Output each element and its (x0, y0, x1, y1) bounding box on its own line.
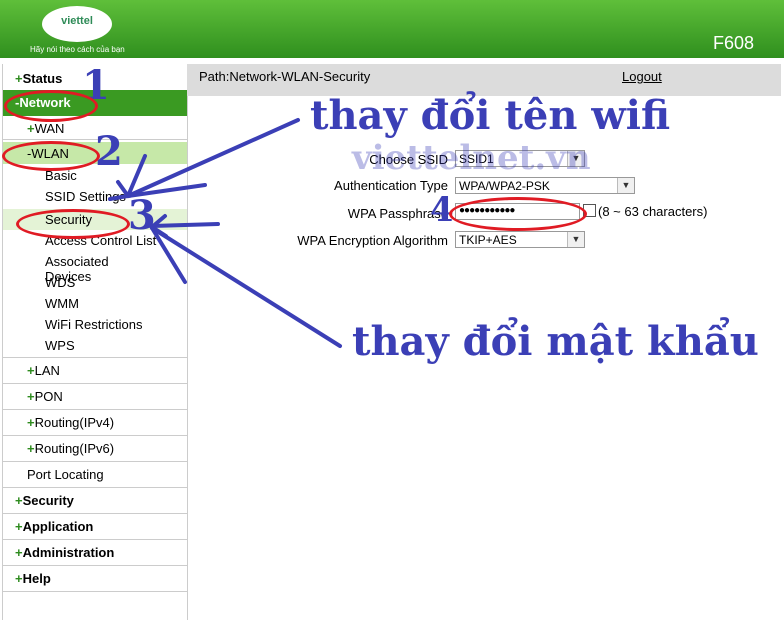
highlight-ring-security (16, 209, 130, 239)
sidebar-item-wps[interactable]: WPS (3, 336, 187, 358)
breadcrumb: Path:Network-WLAN-Security (199, 69, 371, 84)
sidebar-item-routing-ipv6[interactable]: +Routing(IPv6) (3, 438, 187, 462)
plus-icon: + (27, 441, 35, 456)
viettel-logo: viettel (42, 6, 112, 42)
sidebar-item-wifi-restrictions[interactable]: WiFi Restrictions (3, 315, 187, 335)
sidebar-item-lan[interactable]: +LAN (3, 360, 187, 384)
sidebar-item-application[interactable]: +Application (3, 516, 187, 540)
sidebar-item-administration[interactable]: +Administration (3, 542, 187, 566)
plus-icon: + (27, 415, 35, 430)
sidebar-item-ssid-settings[interactable]: SSID Settings (3, 187, 187, 207)
watermark: viettelnet.vn (352, 138, 591, 178)
sidebar-item-pon[interactable]: +PON (3, 386, 187, 410)
plus-icon: + (27, 121, 35, 136)
encryption-label: WPA Encryption Algorithm (297, 233, 448, 248)
highlight-ring-network (4, 90, 98, 122)
auth-type-select[interactable]: WPA/WPA2-PSK ▼ (455, 177, 635, 194)
annotation-change-password: thay đổi mật khẩu (352, 318, 759, 365)
highlight-ring-passphrase (449, 197, 587, 231)
sidebar-item-help[interactable]: +Help (3, 568, 187, 592)
sidebar-item-port-locating[interactable]: Port Locating (3, 464, 187, 488)
slogan: Hãy nói theo cách của bạn (30, 45, 125, 54)
sidebar-item-wds[interactable]: WDS (3, 273, 187, 293)
chevron-down-icon: ▼ (617, 178, 634, 193)
passphrase-hint: (8 ~ 63 characters) (598, 204, 708, 219)
plus-icon: + (15, 545, 23, 560)
plus-icon: + (15, 71, 23, 86)
annotation-number-2: 2 (95, 128, 123, 175)
highlight-ring-wlan (2, 141, 100, 171)
encryption-select[interactable]: TKIP+AES ▼ (455, 231, 585, 248)
sidebar-item-associated-devices[interactable]: Associated Devices (3, 252, 187, 284)
plus-icon: + (27, 363, 35, 378)
plus-icon: + (15, 519, 23, 534)
annotation-number-3: 3 (128, 192, 156, 239)
chevron-down-icon: ▼ (567, 232, 584, 247)
sidebar-item-routing-ipv4[interactable]: +Routing(IPv4) (3, 412, 187, 436)
plus-icon: + (15, 493, 23, 508)
passphrase-label: WPA Passphrase (347, 206, 448, 221)
header-banner: viettel Hãy nói theo cách của bạn F608 (0, 0, 784, 58)
plus-icon: + (15, 571, 23, 586)
annotation-change-wifi-name: thay đổi tên wifi (310, 92, 671, 139)
sidebar-item-security[interactable]: +Security (3, 490, 187, 514)
logo-text: viettel (61, 15, 93, 27)
device-model: F608 (712, 33, 754, 53)
auth-type-label: Authentication Type (334, 178, 448, 193)
plus-icon: + (27, 389, 35, 404)
logout-link[interactable]: Logout (622, 69, 662, 84)
sidebar-item-wmm[interactable]: WMM (3, 294, 187, 314)
